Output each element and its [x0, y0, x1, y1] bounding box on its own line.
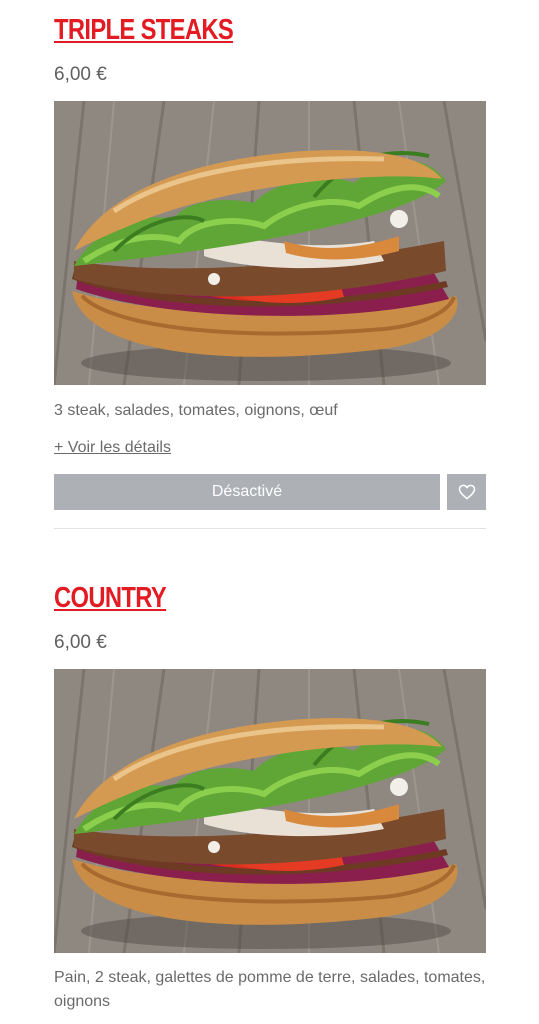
view-details-link[interactable]: + Voir les détails — [54, 436, 171, 460]
disabled-add-button[interactable]: Désactivé — [54, 474, 440, 510]
product-description: 3 steak, salades, tomates, oignons, œuf — [54, 402, 338, 419]
divider — [54, 528, 486, 529]
heart-outline-icon — [457, 482, 477, 502]
product-image[interactable] — [54, 101, 486, 385]
product-description: Pain, 2 steak, galettes de pomme de terr… — [54, 969, 486, 1010]
product-title: COUNTRY — [54, 582, 167, 614]
product-price: 6,00 € — [54, 64, 107, 85]
product-price: 6,00 € — [54, 632, 107, 653]
favorite-button[interactable] — [447, 474, 486, 510]
product-title: TRIPLE STEAKS — [54, 14, 234, 46]
product-image[interactable] — [54, 669, 486, 953]
